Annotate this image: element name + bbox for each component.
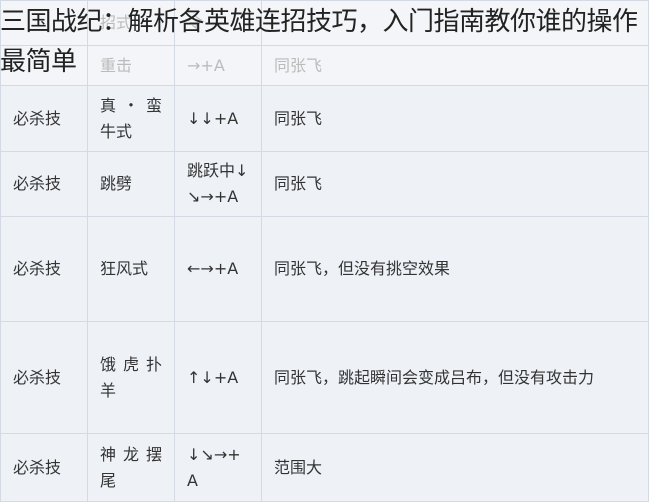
table-row: 必杀技 真・蛮牛式 ↓↓+A 同张飞 — [0, 85, 649, 152]
command-cell: ↑↓+A — [174, 321, 262, 434]
move-name-cell: 神龙摆尾 — [87, 433, 175, 502]
command-cell: 跳跃中↓↘→+A — [174, 151, 262, 217]
table-row: 必杀技 神龙摆尾 ↓↘→+A 范围大 — [0, 433, 649, 502]
type-cell: 必杀技 — [0, 216, 88, 322]
command-cell: ↓↘→+A — [174, 433, 262, 502]
type-cell: 必杀技 — [0, 433, 88, 502]
note-cell: 同张飞 — [261, 85, 649, 152]
note-cell: 同张飞 — [261, 151, 649, 217]
move-name-cell: 跳劈 — [87, 151, 175, 217]
move-name-cell: 真・蛮牛式 — [87, 85, 175, 152]
note-cell: 同张飞，跳起瞬间会变成吕布，但没有攻击力 — [261, 321, 649, 434]
note-cell: 范围大 — [261, 433, 649, 502]
note-cell: 同张飞，但没有挑空效果 — [261, 216, 649, 322]
command-cell: ↓↓+A — [174, 85, 262, 152]
table-row: 必杀技 饿虎扑羊 ↑↓+A 同张飞，跳起瞬间会变成吕布，但没有攻击力 — [0, 321, 649, 434]
type-cell: 必杀技 — [0, 85, 88, 152]
page-title: 三国战纪：解析各英雄连招技巧，入门指南教你谁的操作最简单 — [0, 7, 638, 77]
table-row: 必杀技 跳劈 跳跃中↓↘→+A 同张飞 — [0, 151, 649, 217]
command-cell: ←→+A — [174, 216, 262, 322]
type-cell: 必杀技 — [0, 151, 88, 217]
type-cell: 必杀技 — [0, 321, 88, 434]
move-name-cell: 狂风式 — [87, 216, 175, 322]
move-name-cell: 饿虎扑羊 — [87, 321, 175, 434]
table-row: 必杀技 狂风式 ←→+A 同张飞，但没有挑空效果 — [0, 216, 649, 322]
